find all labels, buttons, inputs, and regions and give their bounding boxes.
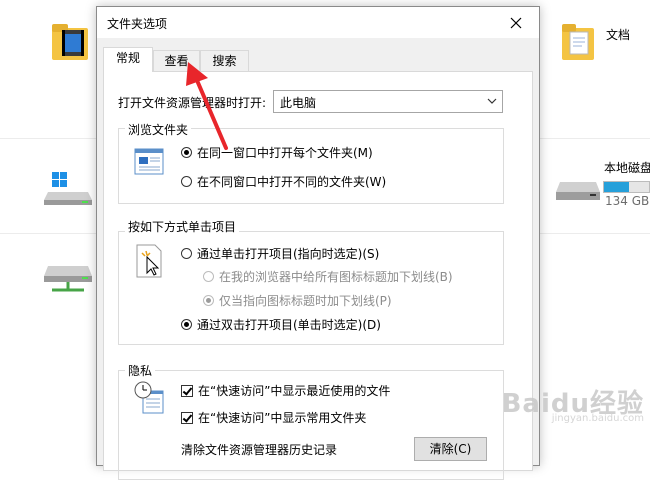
dialog-title: 文件夹选项 [107, 17, 168, 31]
radio-button[interactable] [181, 248, 192, 259]
click-items-title: 按如下方式单击项目 [125, 218, 240, 235]
video-folder-icon[interactable] [50, 20, 90, 62]
radio-button[interactable] [181, 176, 192, 187]
dialog-titlebar[interactable]: 文件夹选项 [97, 7, 539, 38]
pointer-click-icon [136, 244, 162, 278]
radio-underline-browser-label: 在我的浏览器中给所有图标标题加下划线(B) [219, 270, 453, 284]
watermark-subtext: jingyan.baidu.com [551, 413, 644, 424]
close-button[interactable] [493, 7, 539, 38]
checkbox-recent-files-label: 在“快速访问”中显示最近使用的文件 [198, 384, 391, 398]
checkbox-recent-files[interactable]: 在“快速访问”中显示最近使用的文件 [181, 382, 390, 399]
local-disk-icon[interactable] [556, 178, 600, 202]
privacy-clock-icon [134, 381, 164, 414]
radio-button[interactable] [203, 271, 214, 282]
checkbox[interactable] [181, 411, 193, 424]
radio-different-window[interactable]: 在不同窗口中打开不同的文件夹(W) [181, 173, 386, 190]
browse-folders-group [118, 128, 504, 204]
radio-button[interactable] [181, 319, 192, 330]
network-drive-icon[interactable] [44, 262, 94, 298]
disk-usage-fill [604, 182, 629, 192]
documents-folder-icon[interactable] [560, 20, 596, 62]
radio-double-click[interactable]: 通过双击打开项目(单击时选定)(D) [181, 316, 381, 333]
disk-usage-bar [603, 181, 650, 193]
privacy-title: 隐私 [125, 362, 156, 379]
browse-folders-icon [134, 148, 164, 175]
documents-label[interactable]: 文档 [606, 26, 630, 43]
folder-options-dialog: 文件夹选项 常规 查看 搜索 打开文件资源管理器时打开: 此电脑 浏览文件夹 在 [96, 6, 540, 480]
radio-single-click[interactable]: 通过单击打开项目(指向时选定)(S) [181, 245, 379, 262]
checkbox-frequent-folders[interactable]: 在“快速访问”中显示常用文件夹 [181, 409, 366, 426]
checkbox-frequent-folders-label: 在“快速访问”中显示常用文件夹 [198, 411, 367, 425]
open-explorer-dropdown[interactable]: 此电脑 [273, 90, 503, 113]
radio-different-window-label: 在不同窗口中打开不同的文件夹(W) [197, 175, 387, 189]
open-explorer-value: 此电脑 [280, 96, 317, 110]
local-disk-label[interactable]: 本地磁盘 [604, 159, 650, 176]
windows-drive-icon[interactable] [44, 170, 94, 206]
clear-button[interactable]: 清除(C) [414, 437, 487, 461]
close-icon [510, 17, 522, 28]
tab-general[interactable]: 常规 [103, 47, 153, 72]
watermark: Baidu经验 jingyan.baidu.com [502, 383, 644, 424]
chevron-down-icon [487, 98, 497, 104]
radio-underline-point-label: 仅当指向图标标题时加下划线(P) [219, 294, 392, 308]
radio-underline-browser[interactable]: 在我的浏览器中给所有图标标题加下划线(B) [203, 268, 453, 285]
radio-double-click-label: 通过双击打开项目(单击时选定)(D) [197, 318, 381, 332]
disk-size-label: 134 GB [605, 194, 650, 208]
checkbox[interactable] [181, 384, 193, 397]
radio-button[interactable] [203, 295, 214, 306]
radio-underline-point[interactable]: 仅当指向图标标题时加下划线(P) [203, 292, 392, 309]
annotation-arrow [186, 62, 228, 150]
radio-single-click-label: 通过单击打开项目(指向时选定)(S) [197, 247, 380, 261]
